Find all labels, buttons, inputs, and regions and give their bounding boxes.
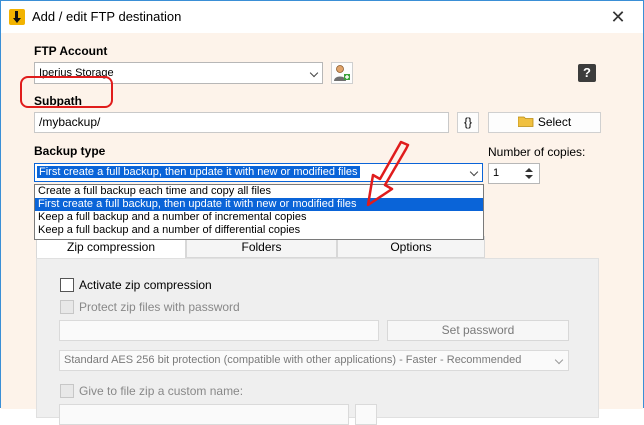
- ftp-account-label: FTP Account: [34, 44, 108, 58]
- chevron-down-icon: [554, 355, 564, 365]
- variables-button[interactable]: {}: [457, 112, 479, 133]
- spin-down-icon[interactable]: [525, 175, 533, 179]
- protect-zip-checkbox[interactable]: [60, 300, 74, 314]
- backup-type-selected: First create a full backup, then update …: [37, 166, 360, 178]
- backup-type-dropdown-list: Create a full backup each time and copy …: [34, 184, 484, 240]
- custom-name-vars-button[interactable]: [355, 404, 377, 425]
- add-user-button[interactable]: [331, 62, 353, 84]
- copies-label: Number of copies:: [488, 145, 586, 159]
- chevron-down-icon: [469, 167, 479, 177]
- protect-zip-label: Protect zip files with password: [79, 300, 240, 314]
- custom-name-input[interactable]: [59, 404, 349, 425]
- dialog-window: Add / edit FTP destination ✕ FTP Account…: [0, 0, 644, 425]
- encryption-value: Standard AES 256 bit protection (compati…: [64, 354, 522, 366]
- backup-type-label: Backup type: [34, 144, 106, 158]
- select-button-label: Select: [537, 115, 572, 129]
- folder-icon: [517, 116, 534, 127]
- custom-name-checkbox[interactable]: [60, 384, 74, 398]
- add-user-icon: [334, 65, 350, 81]
- zip-tab-panel: Activate zip compression Protect zip fil…: [36, 258, 599, 425]
- activate-zip-checkbox[interactable]: [60, 278, 74, 292]
- custom-name-label: Give to file zip a custom name:: [79, 384, 244, 398]
- zip-password-input[interactable]: [59, 320, 379, 341]
- set-password-button[interactable]: Set password: [387, 320, 569, 341]
- spin-up-icon[interactable]: [525, 168, 533, 172]
- select-button[interactable]: Select: [488, 112, 601, 133]
- subpath-highlight: [20, 76, 113, 108]
- titlebar: Add / edit FTP destination ✕: [1, 1, 643, 33]
- annotation-arrow: [366, 140, 410, 207]
- close-icon[interactable]: ✕: [603, 6, 633, 28]
- dropdown-option[interactable]: Keep a full backup and a number of incre…: [35, 211, 483, 224]
- window-title: Add / edit FTP destination: [32, 9, 182, 24]
- help-icon[interactable]: ?: [578, 64, 596, 82]
- dropdown-option[interactable]: Keep a full backup and a number of diffe…: [35, 224, 483, 237]
- app-logo-icon: [9, 9, 25, 25]
- copies-spinner[interactable]: 1: [488, 163, 540, 184]
- chevron-down-icon: [309, 68, 319, 78]
- subpath-input[interactable]: /mybackup/: [34, 112, 449, 133]
- encryption-select[interactable]: Standard AES 256 bit protection (compati…: [59, 350, 569, 371]
- activate-zip-label: Activate zip compression: [79, 278, 212, 292]
- copies-value: 1: [493, 167, 500, 179]
